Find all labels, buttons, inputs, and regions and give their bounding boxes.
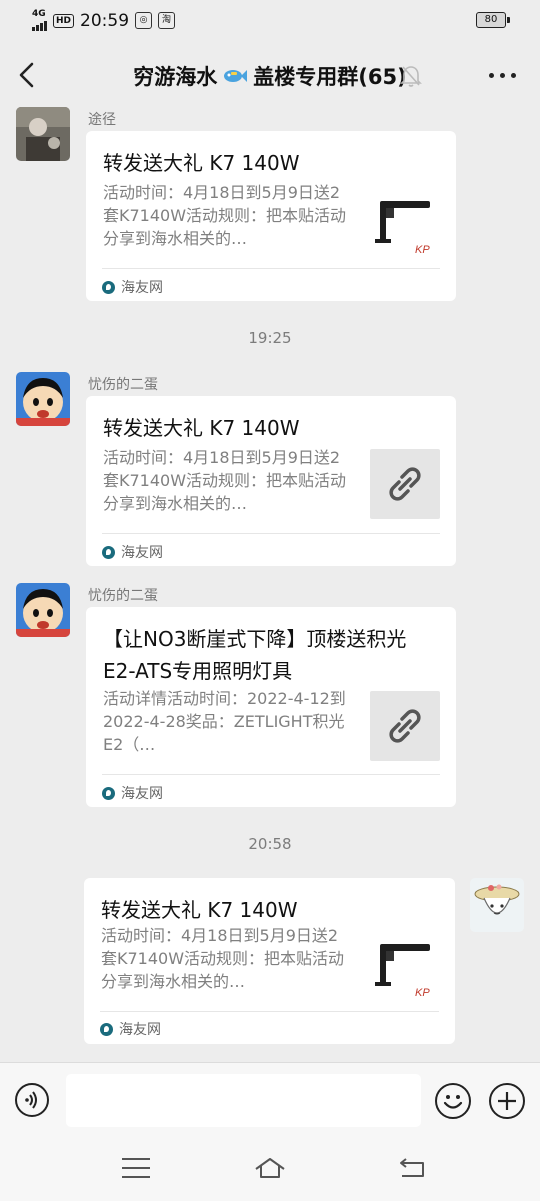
card-title: 【让NO3断崖式下降】顶楼送积光E2-ATS专用照明灯具 xyxy=(103,627,407,683)
card-source: 海友网 xyxy=(102,542,163,562)
card-divider xyxy=(102,533,440,534)
chat-title-part1: 穷游海水 xyxy=(133,65,218,89)
haiyou-logo-icon xyxy=(100,1022,113,1036)
time-separator: 19:25 xyxy=(248,329,292,347)
signal-bars-icon xyxy=(32,19,47,31)
chat-title: 穷游海水 盖楼专用群(65) xyxy=(0,61,540,91)
time-separator: 20:58 xyxy=(248,835,292,853)
card-source: 海友网 xyxy=(102,783,163,803)
nav-back-icon[interactable] xyxy=(398,1155,426,1179)
card-divider xyxy=(102,774,440,775)
more-dots-icon[interactable] xyxy=(489,73,516,78)
thumbnail-brand: KP xyxy=(415,987,430,999)
link-icon xyxy=(389,467,421,501)
network-type: 4G xyxy=(32,9,46,19)
link-card[interactable]: 转发送大礼 K7 140W 活动时间：4月18日到5月9日送2套K7140W活动… xyxy=(84,878,455,1044)
link-icon xyxy=(389,709,421,743)
chat-title-part2: 盖楼专用群(65) xyxy=(253,65,407,89)
nav-home-icon[interactable] xyxy=(253,1156,287,1180)
my-avatar[interactable] xyxy=(470,878,524,932)
card-divider xyxy=(100,1011,439,1012)
link-thumbnail xyxy=(370,691,440,761)
notification-app-icon: ◎ xyxy=(135,12,153,29)
link-card[interactable]: 【让NO3断崖式下降】顶楼送积光E2-ATS专用照明灯具 活动详情活动时间：20… xyxy=(86,607,456,807)
card-title: 转发送大礼 K7 140W xyxy=(103,416,300,440)
mute-bell-icon xyxy=(400,66,422,87)
voice-icon[interactable] xyxy=(15,1083,49,1117)
link-card[interactable]: 转发送大礼 K7 140W 活动时间：4月18日到5月9日送2套K7140W活动… xyxy=(86,131,456,301)
card-source-label: 海友网 xyxy=(121,280,163,296)
product-thumbnail: KP xyxy=(370,934,440,1004)
battery-level: 80 xyxy=(476,12,506,28)
card-description: 活动时间：4月18日到5月9日送2套K7140W活动规则：把本贴活动分享到海水相… xyxy=(103,183,347,248)
card-source-label: 海友网 xyxy=(119,1022,161,1038)
haiyou-logo-icon xyxy=(102,786,115,800)
haiyou-logo-icon xyxy=(102,280,115,294)
sender-name: 忧伤的二蛋 xyxy=(88,588,158,604)
card-description: 活动详情活动时间：2022-4-12到2022-4-28奖品：ZETLIGHT积… xyxy=(103,689,346,754)
emoji-icon[interactable] xyxy=(435,1083,471,1119)
taobao-notification-icon: 淘 xyxy=(158,12,176,29)
input-bar xyxy=(0,1062,540,1201)
hd-badge: HD xyxy=(53,13,75,28)
plus-icon[interactable] xyxy=(489,1083,525,1119)
link-card[interactable]: 转发送大礼 K7 140W 活动时间：4月18日到5月9日送2套K7140W活动… xyxy=(86,396,456,566)
card-description: 活动时间：4月18日到5月9日送2套K7140W活动规则：把本贴活动分享到海水相… xyxy=(103,448,347,513)
avatar[interactable] xyxy=(16,372,70,426)
card-description: 活动时间：4月18日到5月9日送2套K7140W活动规则：把本贴活动分享到海水相… xyxy=(101,926,345,991)
card-source: 海友网 xyxy=(100,1019,161,1039)
sender-name: 途径 xyxy=(88,112,116,128)
card-source-label: 海友网 xyxy=(121,545,163,561)
card-title: 转发送大礼 K7 140W xyxy=(101,898,298,922)
card-source-label: 海友网 xyxy=(121,786,163,802)
sender-name: 忧伤的二蛋 xyxy=(88,377,158,393)
card-source: 海友网 xyxy=(102,277,163,297)
signal-indicator: 4G xyxy=(32,10,47,31)
card-divider xyxy=(102,268,440,269)
avatar[interactable] xyxy=(16,583,70,637)
status-bar: 4G HD 20:59 ◎ 淘 80 xyxy=(0,0,540,40)
fish-emoji-icon xyxy=(224,70,248,82)
card-title: 转发送大礼 K7 140W xyxy=(103,151,300,175)
chat-header: 穷游海水 盖楼专用群(65) xyxy=(0,46,540,104)
avatar[interactable] xyxy=(16,107,70,161)
link-thumbnail xyxy=(370,449,440,519)
battery-icon: 80 xyxy=(476,12,510,28)
product-thumbnail: KP xyxy=(370,191,440,261)
haiyou-logo-icon xyxy=(102,545,115,559)
message-input[interactable] xyxy=(66,1074,421,1127)
nav-menu-icon[interactable] xyxy=(122,1158,150,1185)
status-time: 20:59 xyxy=(80,10,130,31)
thumbnail-brand: KP xyxy=(415,244,430,256)
